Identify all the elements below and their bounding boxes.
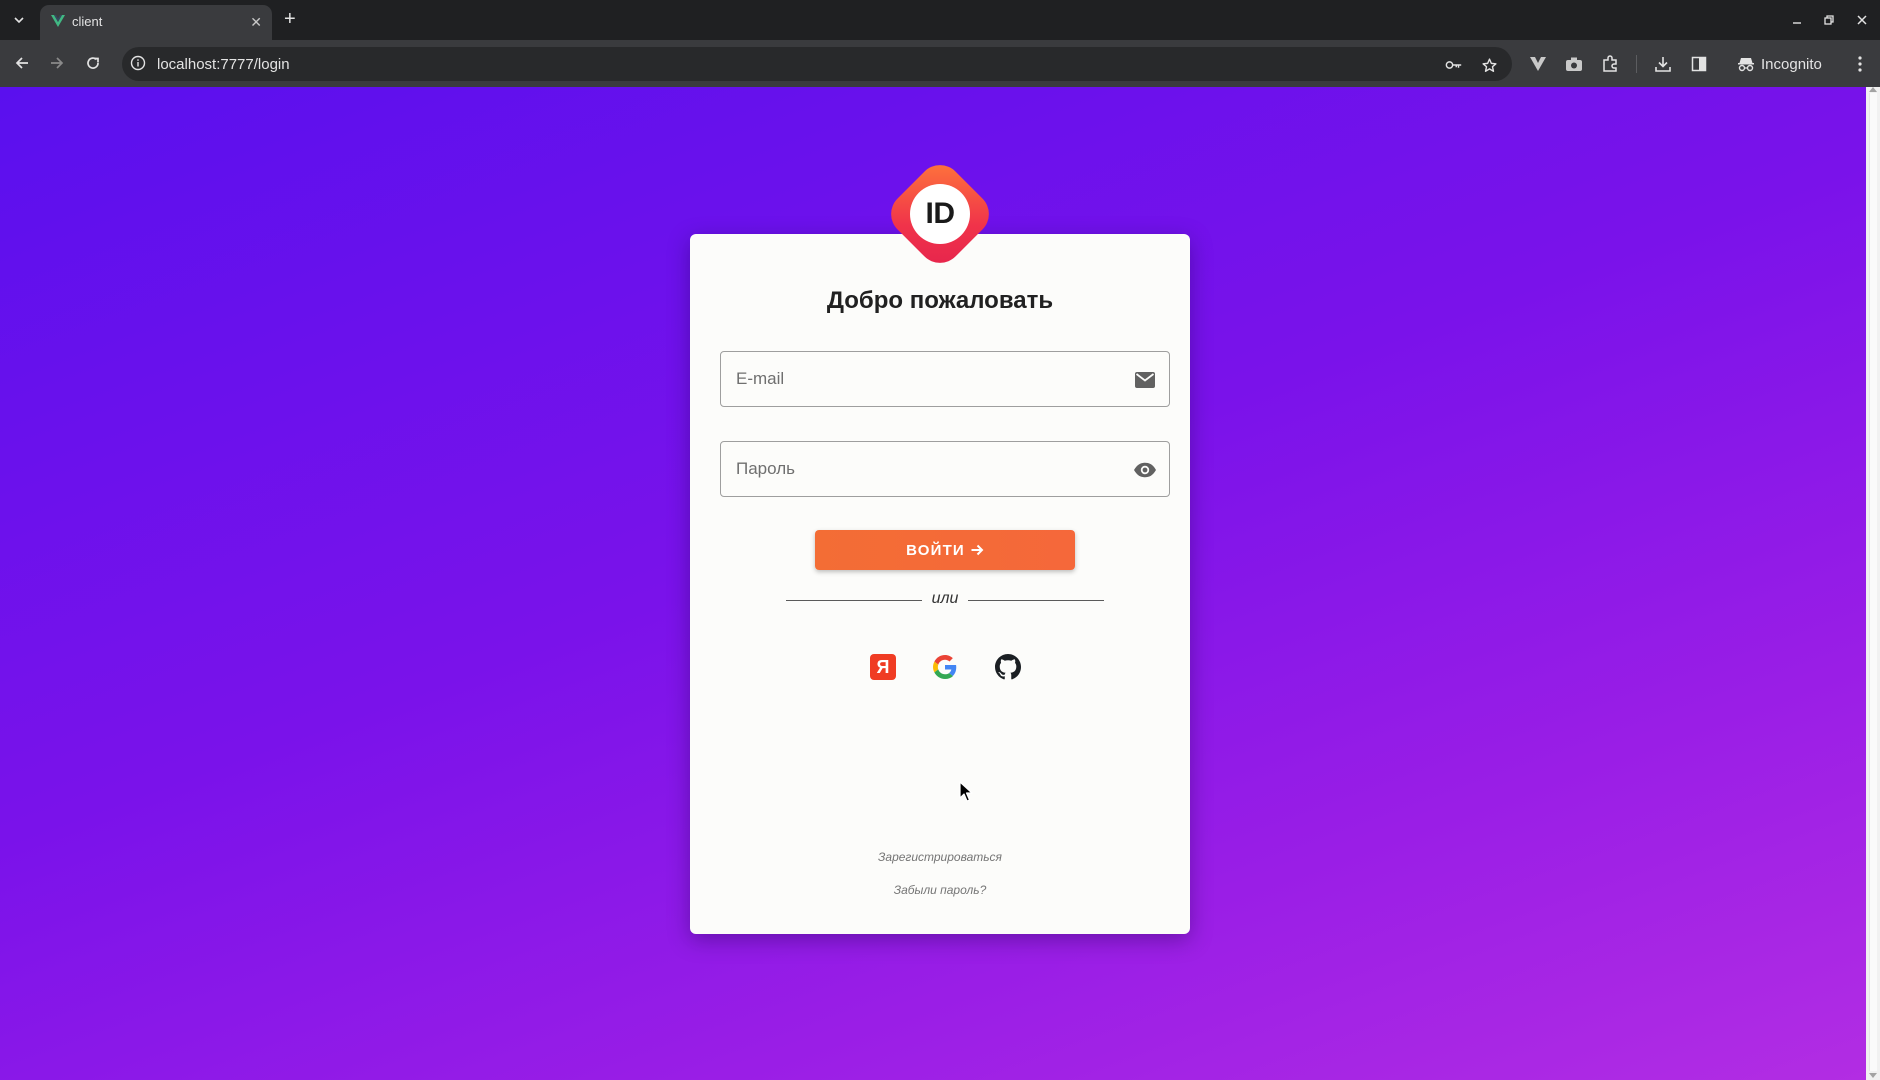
maximize-icon[interactable] <box>1819 10 1839 30</box>
email-field[interactable] <box>720 351 1170 407</box>
incognito-label: Incognito <box>1761 55 1822 73</box>
chevron-down-icon <box>14 17 24 24</box>
side-panel-icon[interactable] <box>1688 53 1710 75</box>
email-input[interactable] <box>721 352 1169 406</box>
reload-icon[interactable] <box>80 50 106 76</box>
github-login-button[interactable] <box>993 652 1023 682</box>
yandex-icon: Я <box>870 654 896 680</box>
incognito-icon <box>1738 58 1754 72</box>
browser-toolbar: localhost:7777/login Incognito <box>0 40 1880 87</box>
yandex-login-button[interactable]: Я <box>868 652 898 682</box>
new-tab-icon[interactable]: + <box>284 9 296 29</box>
mouse-cursor-icon <box>959 781 973 808</box>
or-divider: или <box>786 590 1104 610</box>
window-close-icon[interactable] <box>1852 10 1872 30</box>
key-icon[interactable] <box>1445 56 1463 74</box>
register-link[interactable]: Зарегистрироваться <box>690 850 1190 864</box>
site-info-icon[interactable] <box>130 55 146 76</box>
login-button[interactable]: ВОЙТИ <box>815 530 1075 570</box>
back-icon[interactable] <box>9 50 35 76</box>
camera-extension-icon[interactable] <box>1563 53 1585 75</box>
scroll-thumb[interactable] <box>1869 93 1877 1071</box>
tab-title: client <box>72 14 103 29</box>
minimize-icon[interactable] <box>1787 10 1807 30</box>
download-icon[interactable] <box>1652 53 1674 75</box>
google-login-button[interactable] <box>930 652 960 682</box>
login-page: ID Добро пожаловать ВОЙТИ или Я <box>0 87 1866 1080</box>
mail-icon <box>1133 368 1157 392</box>
logo-circle: ID <box>910 184 970 244</box>
password-input[interactable] <box>721 442 1169 496</box>
vuetify-extension-icon[interactable] <box>1527 53 1549 75</box>
url-text: localhost:7777/login <box>157 56 290 73</box>
browser-tab-bar: client ✕ + <box>0 0 1880 40</box>
toolbar-separator <box>1636 55 1637 73</box>
google-icon <box>933 655 957 679</box>
vue-favicon-icon <box>50 13 66 34</box>
star-icon[interactable] <box>1480 56 1498 74</box>
eye-icon[interactable] <box>1133 458 1157 482</box>
browser-tab[interactable]: client ✕ <box>40 5 272 40</box>
arrow-right-icon <box>971 544 984 556</box>
extensions-icon[interactable] <box>1599 53 1621 75</box>
address-bar[interactable]: localhost:7777/login <box>122 47 1512 81</box>
password-field[interactable] <box>720 441 1170 497</box>
login-button-label: ВОЙТИ <box>906 541 965 559</box>
incognito-indicator[interactable]: Incognito <box>1727 48 1834 80</box>
divider-line-left <box>786 600 922 601</box>
logo-text: ID <box>925 197 956 230</box>
logo: ID <box>882 156 998 272</box>
login-card <box>690 234 1190 934</box>
divider-line-right <box>968 600 1104 601</box>
page-title: Добро пожаловать <box>826 287 1054 314</box>
scrollbar[interactable] <box>1866 87 1880 1080</box>
tab-close-icon[interactable]: ✕ <box>250 14 262 30</box>
github-icon <box>995 654 1021 680</box>
forgot-password-link[interactable]: Забыли пароль? <box>690 883 1190 897</box>
scroll-up-icon[interactable] <box>1869 87 1877 92</box>
divider-text: или <box>931 590 959 607</box>
tab-list-button[interactable] <box>6 8 32 32</box>
forward-icon[interactable] <box>44 50 70 76</box>
more-menu-icon[interactable] <box>1852 53 1868 75</box>
scroll-down-icon[interactable] <box>1869 1073 1877 1078</box>
